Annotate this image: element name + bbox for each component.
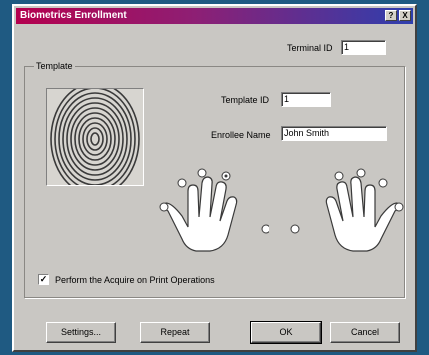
- fingerprint-icon: [46, 82, 144, 196]
- title-bar[interactable]: Biometrics Enrollment ? X: [16, 8, 413, 24]
- right-hand-icon: [290, 168, 404, 252]
- window-title: Biometrics Enrollment: [20, 10, 127, 21]
- terminal-id-field[interactable]: 1: [341, 40, 386, 55]
- terminal-id-label: Terminal ID: [287, 43, 333, 53]
- template-group-label: Template: [34, 61, 75, 71]
- repeat-button[interactable]: Repeat: [140, 322, 210, 343]
- cancel-button[interactable]: Cancel: [330, 322, 400, 343]
- help-button[interactable]: ?: [385, 10, 397, 21]
- ok-button[interactable]: OK: [250, 321, 322, 344]
- enrollee-name-label: Enrollee Name: [211, 130, 271, 140]
- left-hand-icon: [159, 168, 269, 252]
- close-button[interactable]: X: [399, 10, 411, 21]
- acquire-on-print-checkbox[interactable]: ✓: [38, 274, 49, 285]
- biometrics-enrollment-dialog: Biometrics Enrollment ? X Terminal ID 1 …: [12, 4, 417, 352]
- settings-button[interactable]: Settings...: [46, 322, 116, 343]
- template-id-label: Template ID: [221, 95, 270, 105]
- enrollee-name-field[interactable]: John Smith: [281, 126, 387, 141]
- acquire-on-print-label: Perform the Acquire on Print Operations: [55, 275, 215, 285]
- template-id-field[interactable]: 1: [281, 92, 331, 107]
